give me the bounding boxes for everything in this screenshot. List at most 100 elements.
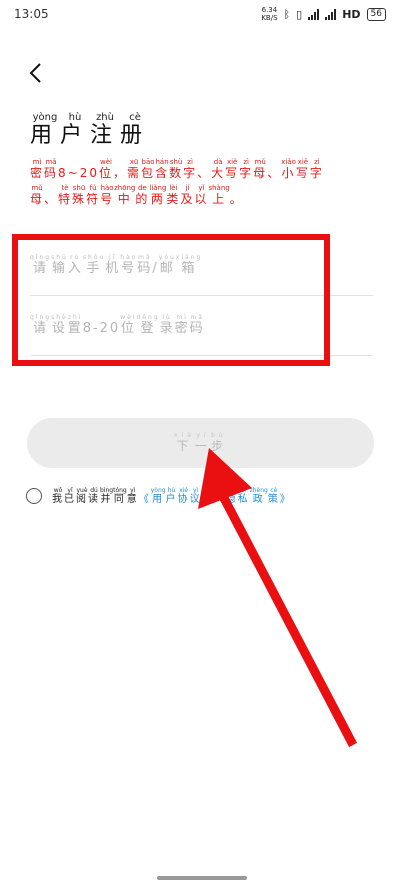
ruby-char: 下xià (174, 432, 195, 453)
ruby-char: 、 (267, 166, 282, 180)
ruby-char: 》 (201, 494, 214, 505)
ruby-char: 以yǐ (194, 184, 209, 206)
ruby-char: 议yì (189, 487, 202, 505)
ruby-char: 数shù (169, 158, 184, 180)
user-agreement-link[interactable]: 《用yòng户hù协xié议yì》 (138, 487, 214, 505)
title-char: 用yòng (30, 112, 61, 148)
ruby-char: 需xū (127, 158, 142, 180)
network-speed: 6.34 KB/S (261, 6, 277, 22)
annotation-arrow-shaft (218, 493, 358, 748)
status-icons: 6.34 KB/S ᛒ ▯ HD 56 (261, 6, 386, 22)
ruby-char: 并bìng (100, 487, 114, 505)
ruby-char: 步bù (210, 432, 227, 453)
ruby-char: 码mǎ (44, 158, 59, 180)
pinyin: xiǎo (281, 158, 296, 166)
pinyin: yǐ (64, 487, 76, 494)
ruby-char: 、 (197, 166, 212, 180)
pinyin: hán (155, 158, 170, 166)
ruby-char: 。 (229, 192, 244, 206)
ruby-char: 包bāo (141, 158, 156, 180)
ruby-char: 上shàng (208, 184, 230, 206)
pinyin: yì (189, 487, 202, 494)
pinyin: shù (169, 158, 184, 166)
ruby-char: 户hù (165, 487, 178, 505)
agreement-row: 我wǒ已yǐ阅yuè读dú并bìng同tóng意yì《用yòng户hù协xié议… (26, 487, 292, 505)
pinyin: yòng (150, 487, 166, 494)
pinyin: wǒ (52, 487, 64, 494)
pinyin: dú (88, 487, 100, 494)
ruby-char: 一yí (194, 432, 211, 453)
next-step-label: 下xià一yí步bù (174, 432, 227, 454)
ruby-char: 、 (44, 192, 59, 206)
ruby-char: 大dà (211, 158, 226, 180)
ruby-char: 私sī (237, 487, 250, 505)
title-char: 户hù (60, 112, 91, 148)
vibrate-icon: ▯ (296, 7, 303, 21)
pinyin: de (135, 184, 150, 192)
battery-icon: 56 (366, 7, 386, 21)
bluetooth-icon: ᛒ (283, 7, 291, 21)
pinyin: lèi (166, 184, 181, 192)
agreement-radio[interactable] (26, 488, 42, 504)
next-step-button[interactable]: 下xià一yí步bù (27, 418, 374, 468)
title-pinyin: zhù (90, 112, 121, 123)
pinyin: yí (194, 432, 211, 439)
password-rules-line-1: 密mì码mǎ8~20位wèi，需xū包bāo含hán数shù字zì、大dà写xi… (30, 158, 375, 184)
ruby-char: 《 (213, 494, 226, 505)
ruby-char: 小xiǎo (281, 158, 296, 180)
ruby-char: 协xié (177, 487, 190, 505)
pinyin: xié (177, 487, 190, 494)
pinyin: yuè (76, 487, 88, 494)
ruby-char: 符fú (86, 184, 101, 206)
title-pinyin: yòng (30, 112, 61, 123)
ruby-char: 含hán (155, 158, 170, 180)
ruby-char: 母mǔ (30, 184, 45, 206)
ruby-char: 写xiě (295, 158, 310, 180)
pinyin: zì (309, 158, 324, 166)
pinyin: shū (72, 184, 87, 192)
title-pinyin: hù (60, 112, 91, 123)
pinyin: cè (267, 487, 280, 494)
ruby-char: 》 (279, 494, 292, 505)
ruby-char: 策cè (267, 487, 280, 505)
pinyin: xiě (295, 158, 310, 166)
ruby-char: 中zhōng (114, 184, 136, 206)
speed-unit: KB/S (261, 14, 278, 22)
agreement-text: 我wǒ已yǐ阅yuè读dú并bìng同tóng意yì《用yòng户hù协xié议… (52, 487, 292, 505)
ruby-char: 用yòng (150, 487, 166, 505)
chevron-left-icon[interactable] (24, 60, 50, 86)
ruby-char: 《 (138, 494, 151, 505)
title-char: 册cè (120, 112, 151, 148)
ruby-char: 政zhèng (249, 487, 268, 505)
home-indicator[interactable] (157, 876, 247, 880)
ruby-char: 特tè (58, 184, 73, 206)
pinyin: tóng (113, 487, 127, 494)
pinyin: hào (100, 184, 115, 192)
ruby-char: 密mì (30, 158, 45, 180)
speed-value: 6.34 (261, 6, 278, 14)
pinyin: shàng (208, 184, 230, 192)
page-title: 用yòng户hù注zhù册cè (30, 112, 150, 149)
pinyin: yǐ (194, 184, 209, 192)
password-rules: 密mì码mǎ8~20位wèi，需xū包bāo含hán数shù字zì、大dà写xi… (30, 158, 375, 210)
agreement-prefix: 我wǒ已yǐ阅yuè读dú并bìng同tóng意yì (52, 487, 139, 505)
pinyin: zhōng (114, 184, 136, 192)
pinyin: fú (86, 184, 101, 192)
signal-icon (308, 8, 320, 20)
pinyin: yǐn (225, 487, 238, 494)
pinyin: liǎng (149, 184, 167, 192)
ruby-char: 写xiě (225, 158, 240, 180)
pinyin: xū (127, 158, 142, 166)
privacy-policy-link[interactable]: 《隐yǐn私sī政zhèng策cè》 (213, 487, 292, 505)
pinyin: wèi (99, 158, 114, 166)
ruby-char: 字zì (183, 158, 198, 180)
ruby-char: 我wǒ (52, 487, 64, 505)
ruby-char: 阅yuè (76, 487, 88, 505)
pinyin: bāo (141, 158, 156, 166)
pinyin: yì (126, 487, 139, 494)
ruby-char: 两liǎng (149, 184, 167, 206)
ruby-char: 殊shū (72, 184, 87, 206)
ruby-char: 已yǐ (64, 487, 76, 505)
pinyin: xià (174, 432, 195, 439)
ruby-char: 字zì (309, 158, 324, 180)
